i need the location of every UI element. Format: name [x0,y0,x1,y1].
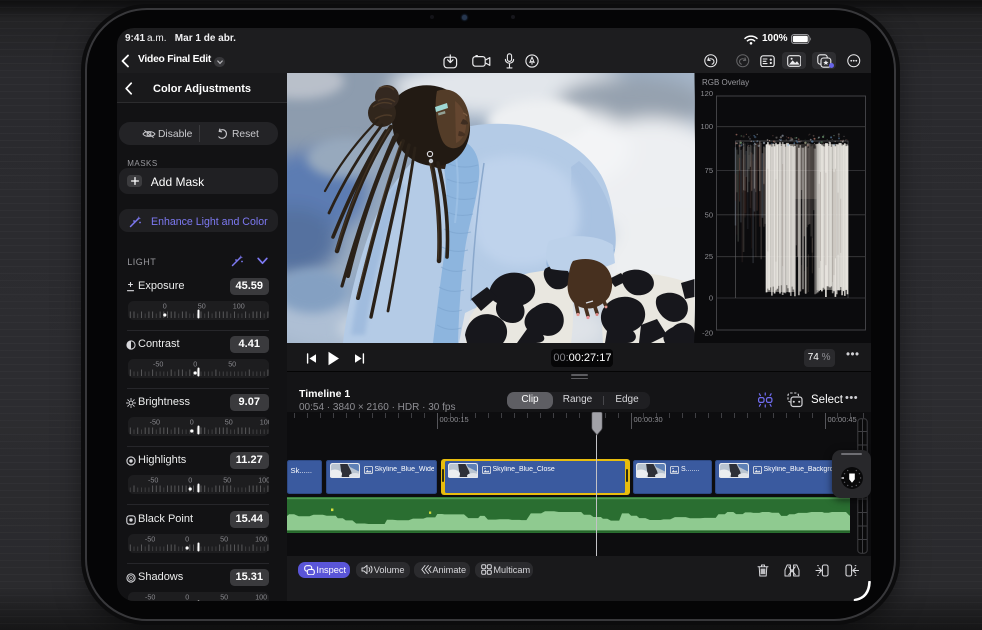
svg-text:100: 100 [255,535,267,544]
svg-text:0: 0 [185,535,189,544]
svg-text:50: 50 [197,302,205,311]
svg-text:50: 50 [223,476,231,485]
svg-text:-50: -50 [144,535,154,544]
svg-text:100: 100 [259,418,268,427]
svg-text:100: 100 [255,593,267,601]
svg-text:0: 0 [188,476,192,485]
svg-text:50: 50 [220,535,228,544]
svg-text:120: 120 [700,89,713,98]
svg-text:-50: -50 [153,360,163,369]
svg-text:0: 0 [185,593,189,601]
svg-text:0: 0 [162,302,166,311]
svg-text:50: 50 [224,418,232,427]
svg-text:50: 50 [220,593,228,601]
svg-text:-50: -50 [145,593,155,601]
svg-text:0: 0 [193,360,197,369]
svg-text:100: 100 [232,302,244,311]
svg-text:50: 50 [704,210,712,219]
svg-text:RGB Overlay: RGB Overlay [702,78,749,87]
svg-text:75: 75 [704,166,712,175]
svg-text:0: 0 [708,294,712,303]
svg-text:100: 100 [258,476,269,485]
svg-text:-20: -20 [702,328,713,337]
svg-text:-50: -50 [148,476,158,485]
svg-text:100: 100 [700,122,713,131]
svg-text:50: 50 [228,360,236,369]
svg-text:25: 25 [704,252,712,261]
svg-text:-50: -50 [149,418,159,427]
svg-text:0: 0 [189,418,193,427]
